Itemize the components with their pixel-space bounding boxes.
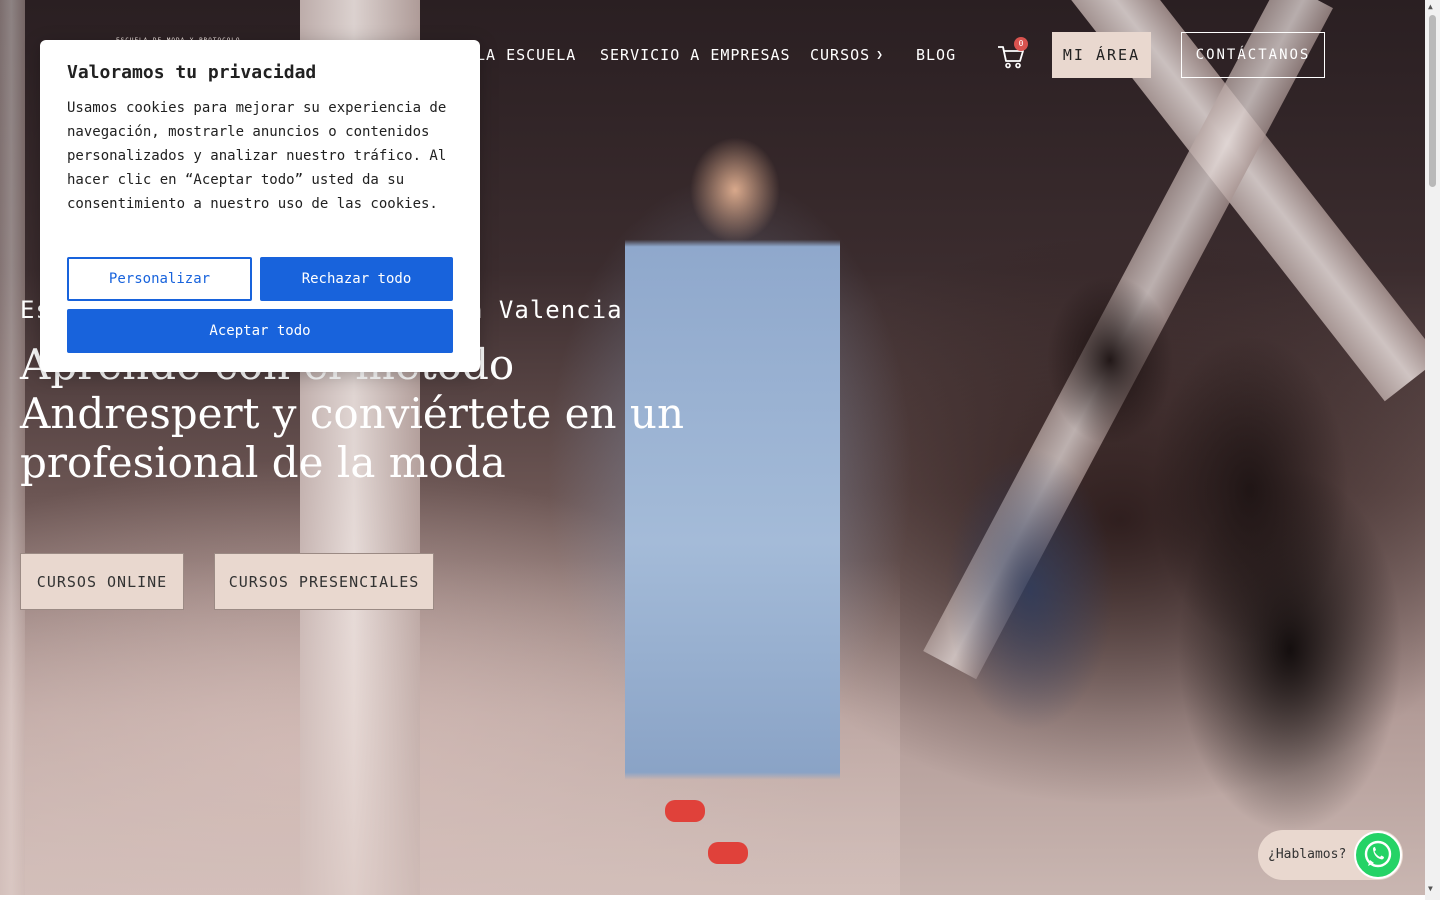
cookie-consent-dialog: Valoramos tu privacidad Usamos cookies p…: [40, 40, 480, 372]
shoe-right: [708, 842, 748, 864]
whatsapp-chat-widget[interactable]: ¿Hablamos?: [1258, 830, 1403, 880]
nav-item-servicio-empresas[interactable]: SERVICIO A EMPRESAS: [600, 46, 791, 64]
nav-item-la-escuela[interactable]: LA ESCUELA: [476, 46, 576, 64]
nav-item-cursos-label: CURSOS: [810, 46, 871, 64]
nav-item-cursos[interactable]: CURSOS ❯: [810, 46, 884, 64]
page-bottom-edge: [0, 895, 1425, 900]
contact-button[interactable]: CONTÁCTANOS: [1181, 32, 1325, 78]
cookie-title: Valoramos tu privacidad: [67, 62, 317, 83]
online-courses-button[interactable]: CURSOS ONLINE: [20, 553, 184, 610]
shoe-left: [665, 800, 705, 822]
cookie-description: Usamos cookies para mejorar su experienc…: [67, 100, 447, 212]
reject-all-button[interactable]: Rechazar todo: [260, 257, 453, 301]
audience: [830, 230, 1425, 850]
whatsapp-glyph-icon: [1364, 840, 1392, 868]
my-area-button[interactable]: MI ÁREA: [1052, 32, 1151, 78]
whatsapp-icon[interactable]: [1354, 831, 1402, 879]
accept-all-button[interactable]: Aceptar todo: [67, 309, 453, 353]
customize-button[interactable]: Personalizar: [67, 257, 252, 301]
cart-count-badge: 0: [1014, 37, 1028, 51]
scrollbar-thumb[interactable]: [1429, 15, 1436, 187]
whatsapp-label: ¿Hablamos?: [1268, 847, 1347, 862]
nav-item-blog[interactable]: BLOG: [916, 46, 956, 64]
scroll-down-icon[interactable]: ▼: [1428, 884, 1433, 893]
in-person-courses-button[interactable]: CURSOS PRESENCIALES: [214, 553, 434, 610]
chevron-down-icon: ❯: [876, 48, 884, 61]
scroll-up-icon[interactable]: ▲: [1428, 2, 1433, 11]
